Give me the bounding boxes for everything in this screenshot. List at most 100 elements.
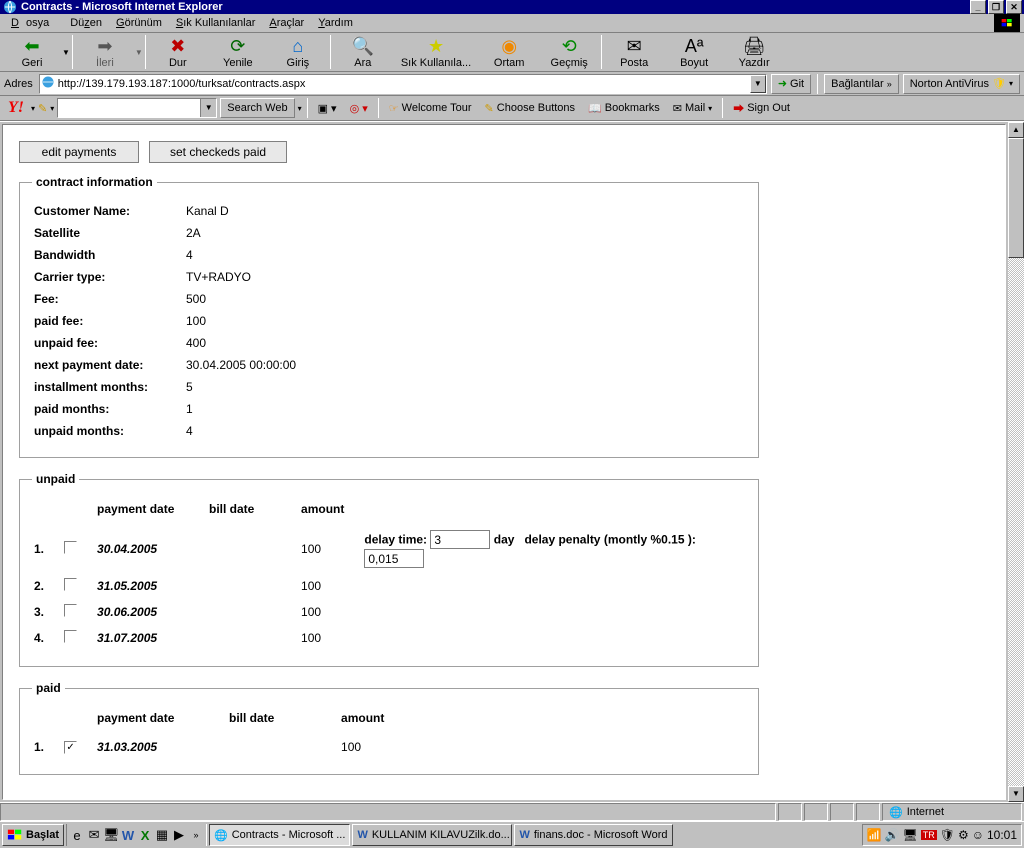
search-web-button[interactable]: Search Web [220, 98, 294, 118]
unpaid-legend: unpaid [32, 472, 79, 486]
norton-button[interactable]: Norton AntiVirus🛡▾ [903, 74, 1020, 94]
tray-icon[interactable]: 🖥 [902, 828, 917, 842]
paid-row: 1. ✓ 31.03.2005 100 [34, 735, 402, 758]
address-label: Adres [4, 78, 35, 90]
ql-excel-icon[interactable]: X [137, 828, 153, 843]
ql-ie-icon[interactable]: e [69, 828, 85, 843]
task-contracts[interactable]: 🌐Contracts - Microsoft ... [209, 824, 350, 846]
delay-penalty-input[interactable] [364, 549, 424, 568]
tray-icon[interactable]: TR [921, 830, 937, 840]
menu-favorites[interactable]: Sık Kullanılanlar [169, 15, 263, 31]
unpaid-checkbox[interactable] [64, 604, 77, 617]
ql-app-icon[interactable]: ▦ [154, 827, 170, 843]
ql-media-icon[interactable]: ▶ [171, 827, 187, 843]
menubar: Dosya Düzen Görünüm Sık Kullanılanlar Ar… [0, 14, 1024, 33]
ie-icon [2, 0, 18, 14]
ql-more-icon[interactable]: » [188, 830, 204, 840]
scroll-down-button[interactable]: ▼ [1008, 786, 1024, 802]
print-button[interactable]: 🖨Yazdır [724, 34, 784, 70]
restore-button[interactable]: ❐ [988, 0, 1004, 14]
address-bar-row: Adres ▼ ➜Git Bağlantılar» Norton AntiVir… [0, 72, 1024, 96]
contract-info-fieldset: contract information Customer Name:Kanal… [19, 175, 759, 458]
set-checkeds-paid-button[interactable]: set checkeds paid [149, 141, 287, 163]
links-button[interactable]: Bağlantılar» [824, 74, 899, 94]
yahoo-toolbar: Y!▾ ✎▾ ▼ Search Web▾ ▣ ▾ ◎ ▾ ☞Welcome To… [0, 96, 1024, 121]
history-button[interactable]: ⟲Geçmiş [539, 34, 599, 70]
scroll-up-button[interactable]: ▲ [1008, 122, 1024, 138]
menu-tools[interactable]: Araçlar [262, 15, 311, 31]
word-icon: W [357, 829, 367, 841]
target-icon[interactable]: ◎ ▾ [345, 100, 373, 117]
go-button[interactable]: ➜Git [771, 74, 811, 94]
windows-flag-icon [994, 14, 1020, 32]
close-button[interactable]: ✕ [1006, 0, 1022, 14]
vertical-scrollbar[interactable]: ▲ ▼ [1008, 122, 1024, 802]
mail-button[interactable]: ✉Posta [604, 34, 664, 70]
tray-clock: 10:01 [987, 828, 1017, 842]
unpaid-fieldset: unpaid payment date bill date amount 1. [19, 472, 759, 667]
favorites-button[interactable]: ★Sık Kullanıla... [393, 34, 479, 70]
bookmarks-link[interactable]: 📖Bookmarks [583, 100, 665, 117]
size-button[interactable]: AªBoyut [664, 34, 724, 70]
tray-icon[interactable]: 📶 [867, 828, 882, 842]
tray-icon[interactable]: 🛡 [940, 828, 955, 842]
tray-icon[interactable]: 🔊 [885, 828, 900, 842]
tray-icon[interactable]: ☺ [972, 828, 984, 842]
page-content: edit payments set checkeds paid contract… [2, 124, 1006, 800]
word-icon: W [519, 829, 529, 841]
paid-legend: paid [32, 681, 65, 695]
yahoo-logo[interactable]: Y! [4, 99, 28, 117]
menu-edit[interactable]: Düzen [63, 15, 109, 31]
unpaid-checkbox[interactable] [64, 630, 77, 643]
window-title: Contracts - Microsoft Internet Explorer [21, 1, 968, 13]
welcome-tour-link[interactable]: ☞Welcome Tour [384, 100, 477, 117]
address-input-container: ▼ [39, 74, 767, 94]
yahoo-search-box: ▼ [57, 98, 217, 118]
ie-statusbar: 🌐Internet [0, 802, 1024, 821]
pencil-icon[interactable]: ✎ [38, 102, 47, 115]
toolbar-opts-icon[interactable]: ▣ ▾ [313, 100, 342, 117]
yahoo-search-input[interactable] [58, 99, 200, 117]
forward-button[interactable]: ➡İleri [75, 34, 135, 70]
media-button[interactable]: ◉Ortam [479, 34, 539, 70]
ql-outlook-icon[interactable]: ✉ [86, 827, 102, 843]
unpaid-row: 4. 31.07.2005 100 [34, 626, 744, 650]
paid-table: payment date bill date amount 1. ✓ 31.03… [32, 705, 404, 760]
paid-fieldset: paid payment date bill date amount 1. ✓ … [19, 681, 759, 775]
status-message [0, 803, 776, 821]
unpaid-checkbox[interactable] [64, 578, 77, 591]
choose-buttons-link[interactable]: ✎Choose Buttons [480, 100, 581, 117]
address-input[interactable] [56, 76, 750, 92]
address-dropdown[interactable]: ▼ [750, 75, 766, 93]
task-finans[interactable]: Wfinans.doc - Microsoft Word [514, 824, 672, 846]
home-button[interactable]: ⌂Giriş [268, 34, 328, 70]
minimize-button[interactable]: _ [970, 0, 986, 14]
nav-toolbar: ⬅Geri ▼ ➡İleri ▼ ✖Dur ⟳Yenile ⌂Giriş 🔍Ar… [0, 33, 1024, 72]
back-button[interactable]: ⬅Geri [2, 34, 62, 70]
ql-word-icon[interactable]: W [120, 828, 136, 843]
task-kullanim[interactable]: WKULLANIM KILAVUZilk.do... [352, 824, 512, 846]
paid-checkbox[interactable]: ✓ [64, 741, 77, 754]
ymail-link[interactable]: ✉Mail▾ [668, 100, 717, 117]
tray-icon[interactable]: ⚙ [958, 828, 969, 842]
menu-help[interactable]: Yardım [311, 15, 360, 31]
refresh-button[interactable]: ⟳Yenile [208, 34, 268, 70]
edit-payments-button[interactable]: edit payments [19, 141, 139, 163]
search-button[interactable]: 🔍Ara [333, 34, 393, 70]
contract-info-legend: contract information [32, 175, 157, 189]
start-button[interactable]: Başlat [2, 824, 64, 846]
signout-link[interactable]: ⮕Sign Out [728, 98, 795, 118]
stop-button[interactable]: ✖Dur [148, 34, 208, 70]
contract-info-table: Customer Name:Kanal D Satellite2A Bandwi… [32, 199, 304, 443]
ql-desktop-icon[interactable]: 🖥 [103, 827, 119, 843]
titlebar: Contracts - Microsoft Internet Explorer … [0, 0, 1024, 14]
yahoo-search-dropdown[interactable]: ▼ [200, 99, 216, 117]
scroll-thumb[interactable] [1008, 138, 1024, 258]
unpaid-table: payment date bill date amount 1. 30.04.2… [32, 496, 746, 652]
unpaid-checkbox[interactable] [64, 541, 77, 554]
system-tray: 📶 🔊 🖥 TR 🛡 ⚙ ☺ 10:01 [862, 824, 1022, 846]
menu-view[interactable]: Görünüm [109, 15, 169, 31]
menu-file[interactable]: Dosya [4, 15, 63, 31]
security-zone: 🌐Internet [882, 803, 1022, 821]
delay-time-input[interactable] [430, 530, 490, 549]
